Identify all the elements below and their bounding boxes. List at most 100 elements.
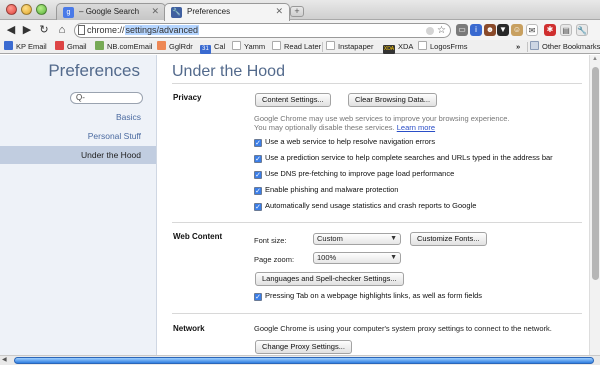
- url-prefix: chrome://: [87, 25, 125, 35]
- lastpass-icon[interactable]: ✱: [544, 24, 556, 36]
- learn-more-link[interactable]: Learn more: [397, 123, 435, 132]
- checkbox-label: Use a prediction service to help complet…: [265, 153, 553, 162]
- bookmark-gmail[interactable]: Gmail: [55, 41, 87, 53]
- back-arrow-icon[interactable]: ◀: [4, 23, 18, 37]
- network-description: Google Chrome is using your computer's s…: [254, 324, 552, 333]
- bookmark-label: NB.comEmail: [107, 42, 153, 51]
- page-title: Under the Hood: [172, 63, 285, 80]
- bookmark-star-icon[interactable]: ☆: [437, 24, 446, 37]
- search-input[interactable]: Q-: [70, 92, 143, 104]
- delicious-icon[interactable]: ☺: [511, 24, 523, 36]
- google-g-icon: g: [63, 7, 74, 18]
- bookmark-favicon-icon: [272, 41, 281, 50]
- bookmark-favicon-icon: [4, 41, 13, 50]
- content-settings-button[interactable]: Content Settings...: [255, 93, 331, 107]
- bookmark-label: Cal: [214, 42, 226, 51]
- wrench-menu-icon[interactable]: 🔧: [576, 24, 588, 36]
- web-content-heading: Web Content: [173, 232, 223, 241]
- network-heading: Network: [173, 324, 205, 333]
- forward-arrow-icon[interactable]: ▶: [20, 23, 34, 37]
- languages-spellchecker-button[interactable]: Languages and Spell-checker Settings...: [255, 272, 404, 286]
- bookmark-kp-email[interactable]: KP Email: [4, 41, 47, 53]
- gmail-checker-icon[interactable]: ✉: [526, 24, 538, 36]
- customize-fonts-button[interactable]: Customize Fonts...: [410, 232, 487, 246]
- page-zoom-select[interactable]: 100% ▼: [313, 252, 401, 264]
- bookmarks-bar: KP Email Gmail NB.comEmail GglRdr 31 Cal …: [0, 40, 600, 54]
- checkbox-label: Pressing Tab on a webpage highlights lin…: [265, 291, 483, 300]
- ad-block-icon[interactable]: ▼: [497, 24, 509, 36]
- bookmark-favicon-icon: [95, 41, 104, 50]
- clear-browsing-data-button[interactable]: Clear Browsing Data...: [348, 93, 438, 107]
- bookmark-logosfrms[interactable]: LogosFrms: [418, 41, 468, 53]
- bookmark-label: Read Later: [284, 42, 322, 51]
- checkbox-dns-prefetching[interactable]: ✓ Use DNS pre-fetching to improve page lo…: [254, 169, 454, 179]
- vertical-scrollbar[interactable]: ▲: [589, 55, 600, 355]
- page-zoom-label: Page zoom:: [254, 255, 295, 264]
- sidebar-title: Preferences: [48, 61, 140, 80]
- bookmark-nb-email[interactable]: NB.comEmail: [95, 41, 152, 53]
- reload-icon[interactable]: ↻: [37, 23, 51, 37]
- home-icon[interactable]: ⌂: [55, 23, 69, 37]
- settings-content: Under the Hood Privacy Content Settings.…: [158, 55, 588, 355]
- checkmark-icon: ✓: [254, 203, 262, 211]
- checkmark-icon: ✓: [254, 187, 262, 195]
- checkbox-usage-statistics[interactable]: ✓ Automatically send usage statistics and…: [254, 201, 476, 211]
- page-action-icon[interactable]: ▭: [456, 24, 468, 36]
- title-divider: [172, 83, 582, 84]
- bookmark-gglrdr[interactable]: GglRdr: [157, 41, 193, 53]
- checkbox-label: Use DNS pre-fetching to improve page loa…: [265, 169, 455, 178]
- info-icon[interactable]: i: [470, 24, 482, 36]
- scroll-left-arrow-icon[interactable]: ◀: [2, 356, 7, 363]
- checkbox-tab-highlights[interactable]: ✓ Pressing Tab on a webpage highlights li…: [254, 291, 482, 301]
- page-menu-icon[interactable]: ▤: [560, 24, 572, 36]
- privacy-description-text: You may optionally disable these service…: [254, 123, 395, 132]
- sidebar-item-under-the-hood[interactable]: Under the Hood: [0, 146, 156, 164]
- section-divider: [172, 313, 582, 314]
- bookmark-favicon-icon: [157, 41, 166, 50]
- privacy-description: Google Chrome may use web services to im…: [254, 114, 510, 123]
- horizontal-scroll-thumb[interactable]: [14, 357, 594, 364]
- checkbox-prediction-service[interactable]: ✓ Use a prediction service to help comple…: [254, 153, 553, 163]
- window-title-bar: g – Google Search ✕ 🔧 Preferences ✕ +: [0, 0, 600, 21]
- bookmark-label: KP Email: [16, 42, 47, 51]
- bookmark-xda[interactable]: XDA XDA: [383, 41, 413, 54]
- new-tab-button[interactable]: +: [290, 6, 304, 17]
- bookmark-separator: [322, 42, 323, 52]
- sidebar-item-basics[interactable]: Basics: [116, 112, 141, 122]
- close-tab-icon[interactable]: ✕: [275, 6, 283, 17]
- checkmark-icon: ✓: [254, 139, 262, 147]
- font-size-label: Font size:: [254, 236, 287, 245]
- close-tab-icon[interactable]: ✕: [151, 6, 159, 17]
- vertical-scroll-thumb[interactable]: [592, 67, 599, 280]
- checkmark-icon: ✓: [254, 293, 262, 301]
- bookmark-label: GglRdr: [169, 42, 193, 51]
- bookmark-yamm[interactable]: Yamm: [232, 41, 265, 53]
- tab-preferences[interactable]: 🔧 Preferences ✕: [164, 3, 290, 21]
- other-bookmarks[interactable]: Other Bookmarks: [530, 41, 600, 53]
- tab-google-search[interactable]: g – Google Search ✕: [56, 3, 166, 20]
- folder-icon: [530, 41, 539, 50]
- horizontal-scrollbar[interactable]: ◀: [0, 355, 600, 365]
- checkmark-icon: ✓: [254, 155, 262, 163]
- checkbox-phishing-protection[interactable]: ✓ Enable phishing and malware protection: [254, 185, 398, 195]
- checkbox-navigation-errors[interactable]: ✓ Use a web service to help resolve navig…: [254, 137, 435, 147]
- bookmark-read-later[interactable]: Read Later: [272, 41, 321, 53]
- close-window-button[interactable]: [6, 4, 17, 15]
- xda-icon: XDA: [383, 45, 395, 54]
- zoom-window-button[interactable]: [36, 4, 47, 15]
- page-zoom-value: 100%: [317, 253, 337, 262]
- change-proxy-settings-button[interactable]: Change Proxy Settings...: [255, 340, 352, 354]
- wrench-icon: 🔧: [171, 7, 182, 18]
- grease-monkey-icon[interactable]: ☻: [484, 24, 496, 36]
- address-bar[interactable]: chrome://settings/advanced ☆: [74, 23, 451, 38]
- tab-title: Google Search: [85, 7, 140, 16]
- scroll-up-arrow-icon[interactable]: ▲: [591, 56, 599, 64]
- bookmark-cal[interactable]: 31 Cal: [200, 41, 225, 54]
- bookmark-instapaper[interactable]: Instapaper: [326, 41, 373, 53]
- sidebar-item-personal-stuff[interactable]: Personal Stuff: [88, 131, 141, 141]
- minimize-window-button[interactable]: [21, 4, 32, 15]
- bookmark-label: LogosFrms: [430, 42, 468, 51]
- font-size-select[interactable]: Custom ▼: [313, 233, 401, 245]
- bookmarks-overflow-chevron[interactable]: »: [516, 41, 520, 53]
- checkbox-label: Automatically send usage statistics and …: [265, 201, 477, 210]
